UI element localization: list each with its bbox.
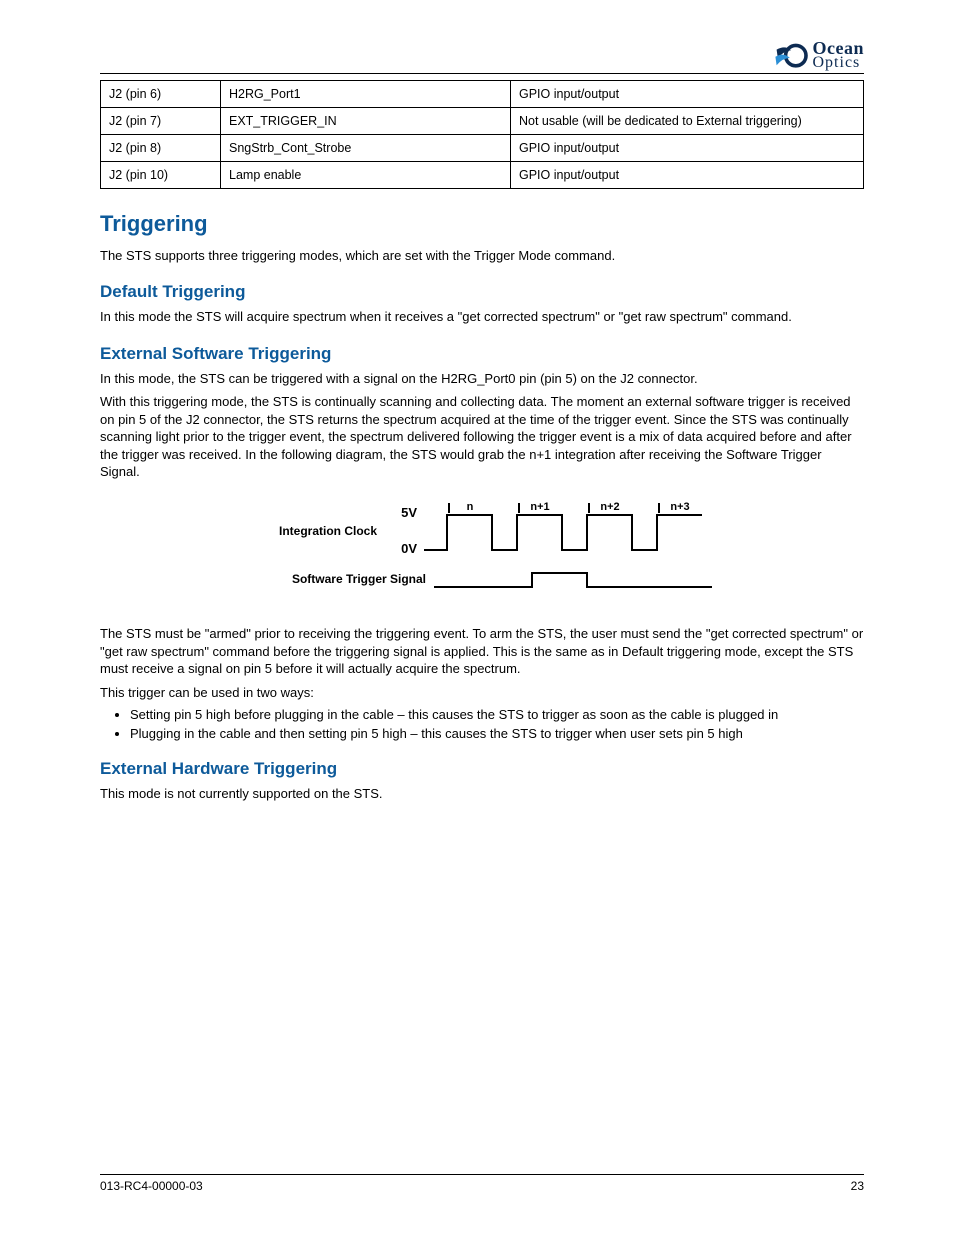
logo-text-line2: Optics (813, 56, 865, 70)
table-cell: J2 (pin 6) (101, 80, 221, 107)
table-cell: GPIO input/output (511, 134, 864, 161)
diagram-marker-0: n (467, 501, 474, 513)
diagram-marker-2: n+2 (600, 501, 619, 513)
table-row: J2 (pin 7)EXT_TRIGGER_INNot usable (will… (101, 107, 864, 134)
heading-ext-sw-trigger: External Software Triggering (100, 344, 864, 364)
heading-ext-hw-trigger: External Hardware Triggering (100, 759, 864, 779)
table-cell: Lamp enable (221, 161, 511, 188)
page-footer: 013-RC4-00000-03 23 (100, 1174, 864, 1193)
ext-sw-p2: With this triggering mode, the STS is co… (100, 393, 864, 481)
table-cell: J2 (pin 8) (101, 134, 221, 161)
ext-hw-p: This mode is not currently supported on … (100, 785, 864, 803)
triggering-intro: The STS supports three triggering modes,… (100, 247, 864, 265)
table-cell: SngStrb_Cont_Strobe (221, 134, 511, 161)
diagram-label-trigger: Software Trigger Signal (292, 572, 426, 586)
diagram-0v: 0V (401, 541, 417, 556)
diagram-label-clock: Integration Clock (279, 524, 377, 538)
table-cell: H2RG_Port1 (221, 80, 511, 107)
list-item: Plugging in the cable and then setting p… (130, 726, 864, 741)
table-cell: GPIO input/output (511, 161, 864, 188)
table-row: J2 (pin 10)Lamp enableGPIO input/output (101, 161, 864, 188)
heading-triggering: Triggering (100, 211, 864, 237)
table-cell: J2 (pin 7) (101, 107, 221, 134)
ocean-optics-icon (773, 40, 809, 70)
table-cell: J2 (pin 10) (101, 161, 221, 188)
pin-table: J2 (pin 6)H2RG_Port1GPIO input/outputJ2 … (100, 80, 864, 189)
default-triggering-text: In this mode the STS will acquire spectr… (100, 308, 864, 326)
header-rule (100, 73, 864, 74)
logo-row: Ocean Optics (100, 40, 864, 71)
table-row: J2 (pin 6)H2RG_Port1GPIO input/output (101, 80, 864, 107)
table-cell: Not usable (will be dedicated to Externa… (511, 107, 864, 134)
list-item: Setting pin 5 high before plugging in th… (130, 707, 864, 722)
heading-default-triggering: Default Triggering (100, 282, 864, 302)
table-cell: EXT_TRIGGER_IN (221, 107, 511, 134)
brand-logo: Ocean Optics (773, 40, 865, 71)
ext-sw-p3: The STS must be "armed" prior to receivi… (100, 625, 864, 678)
footer-doc-id: 013-RC4-00000-03 (100, 1179, 203, 1193)
ext-sw-p4: This trigger can be used in two ways: (100, 684, 864, 702)
footer-page-number: 23 (851, 1179, 864, 1193)
diagram-5v: 5V (401, 505, 417, 520)
ext-sw-p1: In this mode, the STS can be triggered w… (100, 370, 864, 388)
diagram-marker-1: n+1 (530, 501, 549, 513)
table-row: J2 (pin 8)SngStrb_Cont_StrobeGPIO input/… (101, 134, 864, 161)
diagram-marker-3: n+3 (670, 501, 689, 513)
timing-diagram: Integration Clock Software Trigger Signa… (242, 495, 722, 615)
table-cell: GPIO input/output (511, 80, 864, 107)
trigger-bullet-list: Setting pin 5 high before plugging in th… (130, 707, 864, 741)
